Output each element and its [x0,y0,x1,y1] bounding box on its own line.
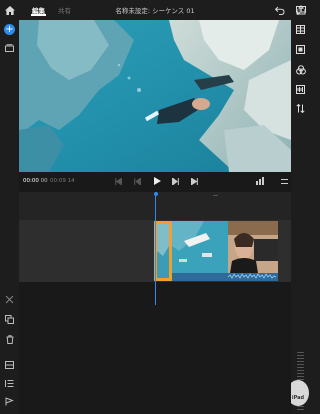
split-icon[interactable] [4,294,15,305]
undo-icon[interactable] [274,4,286,16]
add-media-button[interactable]: + [4,24,15,35]
menu-icon[interactable] [279,177,289,186]
go-to-end-icon[interactable] [190,177,199,186]
watermark-text: iPad [291,395,305,401]
playhead-handle[interactable] [153,192,158,196]
audio-levels-icon[interactable] [255,176,266,186]
color-icon[interactable] [295,64,306,75]
duplicate-icon[interactable] [4,314,15,325]
playhead[interactable] [155,195,157,305]
current-timecode: 00:00 00 [23,178,48,184]
trash-icon[interactable] [4,334,15,345]
project-title[interactable]: 名称未設定: シーケンス 01 [0,5,310,15]
transform-icon[interactable] [295,44,306,55]
audio-icon[interactable] [295,84,306,95]
flag-icon[interactable] [4,396,15,407]
duration-timecode: 00:09 14 [50,178,75,184]
current-time: 00:00 [23,178,39,184]
video-clip[interactable] [154,221,278,281]
ruler-tick [213,195,218,196]
left-toolbar [0,20,19,414]
list-icon[interactable] [4,378,15,388]
clip-thumbnails [154,221,278,281]
video-preview[interactable] [19,20,291,172]
comment-icon[interactable] [295,5,306,16]
step-back-icon[interactable] [133,177,142,186]
current-frames: 00 [40,178,48,184]
media-panel-icon[interactable] [4,43,15,53]
go-to-start-icon[interactable] [114,177,123,186]
play-icon[interactable] [152,176,162,186]
crop-icon[interactable] [295,24,306,35]
preview-frame [19,20,291,172]
caption-icon[interactable] [4,360,15,370]
speed-icon[interactable] [295,103,306,114]
step-forward-icon[interactable] [171,177,180,186]
